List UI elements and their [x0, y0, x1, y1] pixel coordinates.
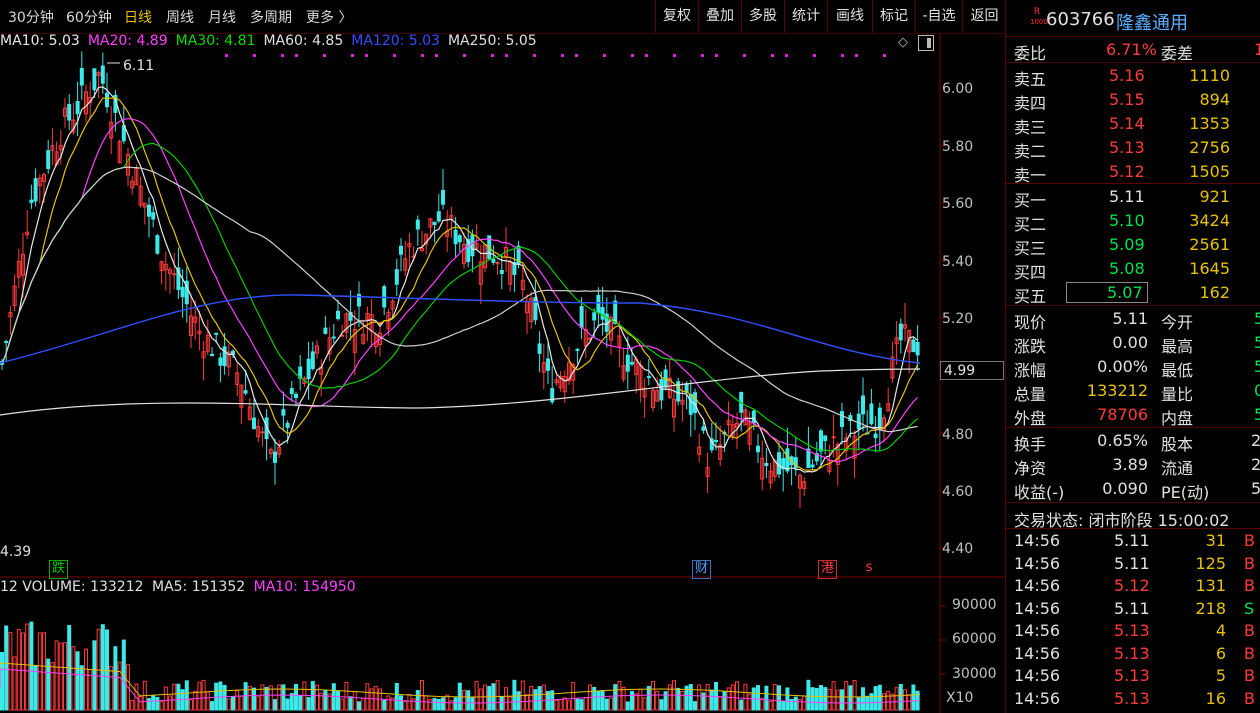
- bid-label: 买三: [1014, 239, 1047, 258]
- mark-button[interactable]: 标记: [872, 0, 915, 33]
- ask-price: 5.15: [1109, 90, 1145, 109]
- ask-volume: 1110: [1189, 66, 1230, 85]
- bid-volume: 162: [1199, 283, 1230, 302]
- tick-row: 14:56 5.12 131 B: [1014, 576, 1255, 595]
- ask-level-row[interactable]: 卖五 5.16 1110: [1006, 64, 1260, 89]
- period-60min-tab[interactable]: 60分钟: [66, 7, 112, 27]
- ask-price: 5.12: [1109, 162, 1145, 181]
- multi-stock-button[interactable]: 多股: [741, 0, 784, 33]
- period-monthly-tab[interactable]: 月线: [208, 7, 236, 27]
- quote-stat-row: 净资 3.89 流通 20: [1014, 455, 1260, 478]
- bid-price: 5.09: [1109, 235, 1145, 254]
- ask-level-row[interactable]: 卖三 5.14 1353: [1006, 112, 1260, 137]
- tick-row: 14:56 5.11 218 S: [1014, 598, 1255, 618]
- quote-stat-row: 涨跌 0.00 最高 5: [1014, 333, 1260, 356]
- bid-level-row[interactable]: 买五 5.07 162: [1006, 281, 1260, 306]
- bid-price: 5.11: [1109, 187, 1145, 206]
- ask-volume: 894: [1199, 90, 1230, 109]
- tick-row: 14:56 5.13 5 B: [1014, 666, 1255, 685]
- bid-price: 5.10: [1109, 211, 1145, 230]
- ask-volume: 2756: [1189, 138, 1230, 157]
- quote-stat-row: 现价 5.11 今开 5: [1014, 309, 1260, 332]
- statistics-button[interactable]: 统计: [784, 0, 827, 33]
- period-daily-tab[interactable]: 日线: [124, 7, 152, 27]
- ask-label: 卖三: [1014, 118, 1047, 137]
- period-weekly-tab[interactable]: 周线: [166, 7, 194, 27]
- draw-line-button[interactable]: 画线: [827, 0, 872, 33]
- ask-price: 5.14: [1109, 114, 1145, 133]
- stock-code: 603766: [1046, 9, 1115, 30]
- ask-level-row[interactable]: 卖一 5.12 1505: [1006, 160, 1260, 185]
- ask-volume: 1353: [1189, 114, 1230, 133]
- bid-label: 买一: [1014, 191, 1047, 210]
- volume-legend: 12 VOLUME: 133212 MA5: 151352 MA10: 1549…: [0, 579, 356, 595]
- low-price-label: 4.39: [0, 544, 32, 560]
- ask-label: 卖二: [1014, 142, 1047, 161]
- quote-stat-row: 涨幅 0.00% 最低 5: [1014, 357, 1260, 380]
- weibi-row: 委比 6.71% 委差 1: [1014, 40, 1260, 63]
- tick-row: 14:56 5.13 4 B: [1014, 621, 1255, 640]
- quote-stat-row: 收益(-) 0.090 PE(动) 5: [1014, 479, 1260, 502]
- bid-level-row[interactable]: 买二 5.10 3424: [1006, 209, 1260, 234]
- bid-volume: 2561: [1189, 235, 1230, 254]
- event-marker-s[interactable]: s: [863, 560, 875, 577]
- period-toolbar: 30分钟 60分钟 日线 周线 月线 多周期 更多 〉 复权 叠加 多股 统计 …: [0, 0, 1005, 34]
- bid-volume: 921: [1199, 187, 1230, 206]
- bid-label: 买五: [1014, 287, 1047, 306]
- bid-volume: 1645: [1189, 259, 1230, 278]
- tick-row: 14:56 5.13 6 B: [1014, 643, 1255, 663]
- bid-price: 5.07: [1066, 282, 1148, 303]
- bid-level-row[interactable]: 买一 5.11 921: [1006, 185, 1260, 210]
- event-marker-drop[interactable]: 跌: [49, 560, 68, 579]
- ask-level-row[interactable]: 卖四 5.15 894: [1006, 88, 1260, 113]
- overlay-button[interactable]: 叠加: [698, 0, 741, 33]
- bid-price: 5.08: [1109, 259, 1145, 278]
- ask-label: 卖五: [1014, 70, 1047, 89]
- volume-prefix: 12: [0, 579, 18, 595]
- quote-panel: R1000 603766 隆鑫通用 委比 6.71% 委差 1 卖五 5.16 …: [1005, 0, 1260, 713]
- high-price-label: 6.11: [123, 58, 155, 74]
- kline-chart[interactable]: [0, 33, 1005, 713]
- ask-price: 5.16: [1109, 66, 1145, 85]
- bid-volume: 3424: [1189, 211, 1230, 230]
- volume-value: VOLUME: 133212: [22, 579, 144, 595]
- volume-ma10: MA10: 154950: [253, 579, 356, 595]
- volume-axis: 90000 60000 30000 X10: [942, 0, 1002, 713]
- quote-stat-row: 换手 0.65% 股本 20: [1014, 431, 1260, 454]
- ask-label: 卖四: [1014, 94, 1047, 113]
- period-more-dropdown[interactable]: 更多 〉: [306, 7, 352, 27]
- volume-unit: X10: [946, 690, 974, 706]
- tick-row: 14:56 5.11 125 B: [1014, 553, 1255, 573]
- tick-row: 14:56 5.13 16 B: [1014, 688, 1255, 708]
- ask-volume: 1505: [1189, 162, 1230, 181]
- trade-status: 交易状态: 闭市阶段 15:00:02: [1014, 511, 1230, 530]
- period-30min-tab[interactable]: 30分钟: [8, 7, 54, 27]
- event-marker-finance[interactable]: 财: [692, 560, 711, 579]
- tick-row: 14:56 5.11 31 B: [1014, 531, 1255, 550]
- quote-stat-row: 外盘 78706 内盘 54: [1014, 405, 1260, 428]
- ask-level-row[interactable]: 卖二 5.13 2756: [1006, 136, 1260, 161]
- volume-tick: 30000: [952, 666, 997, 682]
- quote-stat-row: 总量 133212 量比 0: [1014, 381, 1260, 404]
- volume-tick: 60000: [952, 631, 997, 647]
- rongzi-badge: R 1000: [1030, 7, 1048, 26]
- bid-label: 买四: [1014, 263, 1047, 282]
- ask-price: 5.13: [1109, 138, 1145, 157]
- volume-ma5: MA5: 151352: [151, 579, 246, 595]
- period-multi-tab[interactable]: 多周期: [250, 7, 292, 27]
- event-marker-hk[interactable]: 港: [818, 560, 837, 579]
- volume-tick: 90000: [952, 597, 997, 613]
- bid-level-row[interactable]: 买四 5.08 1645: [1006, 257, 1260, 282]
- bid-label: 买二: [1014, 215, 1047, 234]
- bid-level-row[interactable]: 买三 5.09 2561: [1006, 233, 1260, 258]
- fuquan-button[interactable]: 复权: [655, 0, 698, 33]
- stock-name[interactable]: 隆鑫通用: [1116, 9, 1188, 35]
